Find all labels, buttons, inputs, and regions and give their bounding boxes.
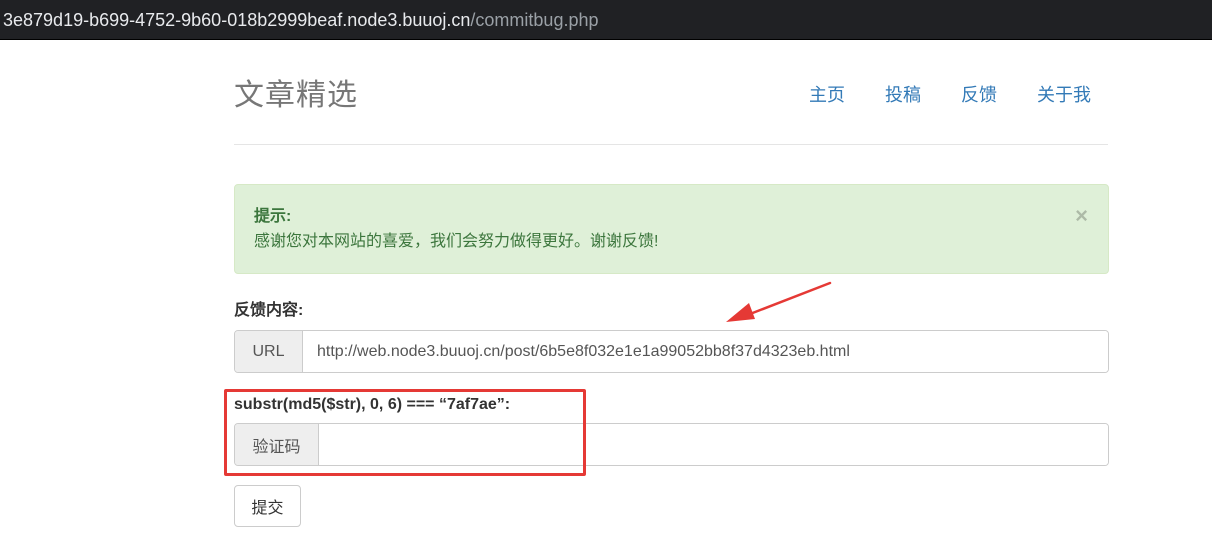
url-host: 3e879d19-b699-4752-9b60-018b2999beaf.nod… bbox=[3, 10, 471, 30]
page-header: 文章精选 主页 投稿 反馈 关于我 bbox=[234, 73, 1108, 145]
captcha-hint-label: substr(md5($str), 0, 6) === “7af7ae”: bbox=[234, 396, 511, 413]
success-alert: 提示: 感谢您对本网站的喜爱，我们会努力做得更好。谢谢反馈! × bbox=[234, 184, 1109, 274]
address-url[interactable]: 3e879d19-b699-4752-9b60-018b2999beaf.nod… bbox=[3, 9, 599, 31]
url-path: /commitbug.php bbox=[470, 10, 599, 30]
submit-button[interactable]: 提交 bbox=[234, 485, 301, 527]
nav-home[interactable]: 主页 bbox=[809, 84, 845, 106]
alert-title: 提示: bbox=[254, 208, 292, 225]
nav-about[interactable]: 关于我 bbox=[1037, 84, 1091, 106]
arrow-shaft bbox=[748, 281, 832, 316]
url-addon: URL bbox=[235, 331, 303, 372]
nav-submit-post[interactable]: 投稿 bbox=[885, 84, 921, 106]
nav-feedback[interactable]: 反馈 bbox=[961, 84, 997, 106]
captcha-input[interactable] bbox=[319, 424, 1108, 465]
url-input[interactable]: http://web.node3.buuoj.cn/post/6b5e8f032… bbox=[303, 331, 1108, 372]
arrow-head bbox=[726, 303, 755, 322]
site-brand[interactable]: 文章精选 bbox=[234, 77, 358, 115]
alert-message: 感谢您对本网站的喜爱，我们会努力做得更好。谢谢反馈! bbox=[254, 233, 659, 250]
captcha-addon: 验证码 bbox=[235, 424, 319, 465]
url-input-group: URL http://web.node3.buuoj.cn/post/6b5e8… bbox=[234, 330, 1109, 373]
close-icon[interactable]: × bbox=[1075, 205, 1088, 227]
top-nav: 主页 投稿 反馈 关于我 bbox=[769, 84, 1091, 106]
browser-address-bar[interactable]: 3e879d19-b699-4752-9b60-018b2999beaf.nod… bbox=[0, 0, 1212, 40]
captcha-input-group: 验证码 bbox=[234, 423, 1109, 466]
feedback-label: 反馈内容: bbox=[234, 302, 304, 319]
